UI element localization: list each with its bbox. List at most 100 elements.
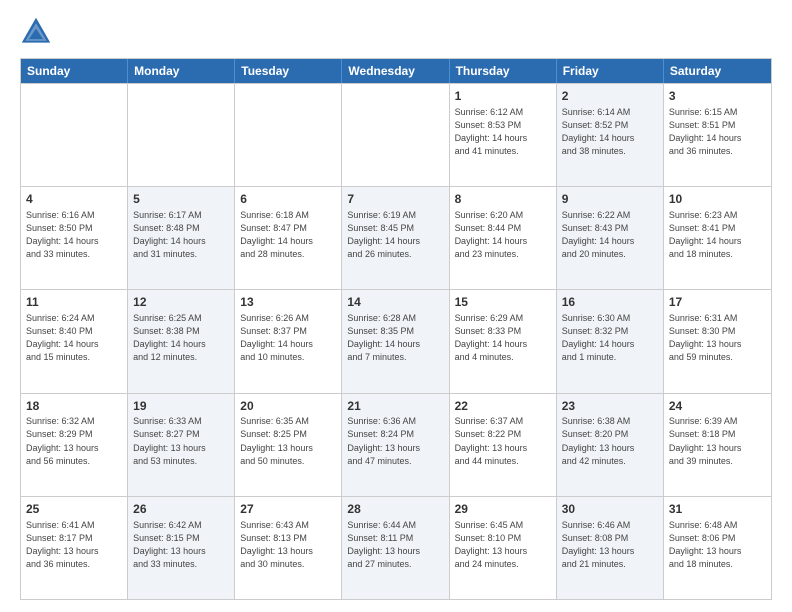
day-number: 22 [455, 398, 551, 415]
day-number: 9 [562, 191, 658, 208]
cell-info: Sunrise: 6:45 AMSunset: 8:10 PMDaylight:… [455, 519, 551, 571]
cell-info: Sunrise: 6:35 AMSunset: 8:25 PMDaylight:… [240, 415, 336, 467]
calendar-cell: 2Sunrise: 6:14 AMSunset: 8:52 PMDaylight… [557, 84, 664, 186]
calendar-cell [235, 84, 342, 186]
day-number: 10 [669, 191, 766, 208]
cell-info: Sunrise: 6:39 AMSunset: 8:18 PMDaylight:… [669, 415, 766, 467]
calendar-cell: 6Sunrise: 6:18 AMSunset: 8:47 PMDaylight… [235, 187, 342, 289]
cell-info: Sunrise: 6:37 AMSunset: 8:22 PMDaylight:… [455, 415, 551, 467]
cell-info: Sunrise: 6:26 AMSunset: 8:37 PMDaylight:… [240, 312, 336, 364]
cell-info: Sunrise: 6:46 AMSunset: 8:08 PMDaylight:… [562, 519, 658, 571]
calendar-row: 18Sunrise: 6:32 AMSunset: 8:29 PMDayligh… [21, 393, 771, 496]
day-number: 6 [240, 191, 336, 208]
cell-info: Sunrise: 6:33 AMSunset: 8:27 PMDaylight:… [133, 415, 229, 467]
calendar-cell: 18Sunrise: 6:32 AMSunset: 8:29 PMDayligh… [21, 394, 128, 496]
day-number: 25 [26, 501, 122, 518]
cell-info: Sunrise: 6:22 AMSunset: 8:43 PMDaylight:… [562, 209, 658, 261]
day-number: 1 [455, 88, 551, 105]
cell-info: Sunrise: 6:12 AMSunset: 8:53 PMDaylight:… [455, 106, 551, 158]
calendar-cell: 12Sunrise: 6:25 AMSunset: 8:38 PMDayligh… [128, 290, 235, 392]
cell-info: Sunrise: 6:28 AMSunset: 8:35 PMDaylight:… [347, 312, 443, 364]
calendar-cell: 29Sunrise: 6:45 AMSunset: 8:10 PMDayligh… [450, 497, 557, 599]
calendar-cell: 20Sunrise: 6:35 AMSunset: 8:25 PMDayligh… [235, 394, 342, 496]
weekday-header: Monday [128, 59, 235, 83]
day-number: 15 [455, 294, 551, 311]
cell-info: Sunrise: 6:44 AMSunset: 8:11 PMDaylight:… [347, 519, 443, 571]
cell-info: Sunrise: 6:42 AMSunset: 8:15 PMDaylight:… [133, 519, 229, 571]
day-number: 8 [455, 191, 551, 208]
day-number: 23 [562, 398, 658, 415]
cell-info: Sunrise: 6:48 AMSunset: 8:06 PMDaylight:… [669, 519, 766, 571]
calendar-cell [21, 84, 128, 186]
calendar-header: SundayMondayTuesdayWednesdayThursdayFrid… [21, 59, 771, 83]
cell-info: Sunrise: 6:31 AMSunset: 8:30 PMDaylight:… [669, 312, 766, 364]
weekday-header: Sunday [21, 59, 128, 83]
calendar-cell: 9Sunrise: 6:22 AMSunset: 8:43 PMDaylight… [557, 187, 664, 289]
calendar-row: 1Sunrise: 6:12 AMSunset: 8:53 PMDaylight… [21, 83, 771, 186]
calendar-cell: 30Sunrise: 6:46 AMSunset: 8:08 PMDayligh… [557, 497, 664, 599]
calendar-row: 11Sunrise: 6:24 AMSunset: 8:40 PMDayligh… [21, 289, 771, 392]
calendar-page: SundayMondayTuesdayWednesdayThursdayFrid… [0, 0, 792, 612]
day-number: 27 [240, 501, 336, 518]
day-number: 18 [26, 398, 122, 415]
day-number: 11 [26, 294, 122, 311]
day-number: 17 [669, 294, 766, 311]
calendar-row: 4Sunrise: 6:16 AMSunset: 8:50 PMDaylight… [21, 186, 771, 289]
calendar-cell: 7Sunrise: 6:19 AMSunset: 8:45 PMDaylight… [342, 187, 449, 289]
day-number: 26 [133, 501, 229, 518]
calendar-cell: 10Sunrise: 6:23 AMSunset: 8:41 PMDayligh… [664, 187, 771, 289]
calendar-cell: 16Sunrise: 6:30 AMSunset: 8:32 PMDayligh… [557, 290, 664, 392]
calendar-cell: 1Sunrise: 6:12 AMSunset: 8:53 PMDaylight… [450, 84, 557, 186]
day-number: 4 [26, 191, 122, 208]
calendar-cell: 15Sunrise: 6:29 AMSunset: 8:33 PMDayligh… [450, 290, 557, 392]
calendar-cell: 17Sunrise: 6:31 AMSunset: 8:30 PMDayligh… [664, 290, 771, 392]
calendar-cell: 27Sunrise: 6:43 AMSunset: 8:13 PMDayligh… [235, 497, 342, 599]
weekday-header: Tuesday [235, 59, 342, 83]
calendar: SundayMondayTuesdayWednesdayThursdayFrid… [20, 58, 772, 600]
calendar-cell [128, 84, 235, 186]
day-number: 3 [669, 88, 766, 105]
calendar-cell: 22Sunrise: 6:37 AMSunset: 8:22 PMDayligh… [450, 394, 557, 496]
calendar-cell: 5Sunrise: 6:17 AMSunset: 8:48 PMDaylight… [128, 187, 235, 289]
calendar-cell: 13Sunrise: 6:26 AMSunset: 8:37 PMDayligh… [235, 290, 342, 392]
calendar-cell: 4Sunrise: 6:16 AMSunset: 8:50 PMDaylight… [21, 187, 128, 289]
weekday-header: Friday [557, 59, 664, 83]
calendar-cell: 14Sunrise: 6:28 AMSunset: 8:35 PMDayligh… [342, 290, 449, 392]
day-number: 7 [347, 191, 443, 208]
cell-info: Sunrise: 6:18 AMSunset: 8:47 PMDaylight:… [240, 209, 336, 261]
calendar-cell [342, 84, 449, 186]
cell-info: Sunrise: 6:41 AMSunset: 8:17 PMDaylight:… [26, 519, 122, 571]
calendar-cell: 31Sunrise: 6:48 AMSunset: 8:06 PMDayligh… [664, 497, 771, 599]
calendar-cell: 11Sunrise: 6:24 AMSunset: 8:40 PMDayligh… [21, 290, 128, 392]
weekday-header: Thursday [450, 59, 557, 83]
calendar-cell: 8Sunrise: 6:20 AMSunset: 8:44 PMDaylight… [450, 187, 557, 289]
day-number: 2 [562, 88, 658, 105]
day-number: 29 [455, 501, 551, 518]
cell-info: Sunrise: 6:19 AMSunset: 8:45 PMDaylight:… [347, 209, 443, 261]
calendar-cell: 24Sunrise: 6:39 AMSunset: 8:18 PMDayligh… [664, 394, 771, 496]
calendar-body: 1Sunrise: 6:12 AMSunset: 8:53 PMDaylight… [21, 83, 771, 599]
weekday-header: Saturday [664, 59, 771, 83]
cell-info: Sunrise: 6:43 AMSunset: 8:13 PMDaylight:… [240, 519, 336, 571]
calendar-cell: 19Sunrise: 6:33 AMSunset: 8:27 PMDayligh… [128, 394, 235, 496]
logo-icon [20, 16, 52, 48]
day-number: 21 [347, 398, 443, 415]
calendar-cell: 28Sunrise: 6:44 AMSunset: 8:11 PMDayligh… [342, 497, 449, 599]
cell-info: Sunrise: 6:38 AMSunset: 8:20 PMDaylight:… [562, 415, 658, 467]
weekday-header: Wednesday [342, 59, 449, 83]
cell-info: Sunrise: 6:17 AMSunset: 8:48 PMDaylight:… [133, 209, 229, 261]
day-number: 19 [133, 398, 229, 415]
logo [20, 16, 56, 48]
cell-info: Sunrise: 6:16 AMSunset: 8:50 PMDaylight:… [26, 209, 122, 261]
day-number: 28 [347, 501, 443, 518]
cell-info: Sunrise: 6:24 AMSunset: 8:40 PMDaylight:… [26, 312, 122, 364]
page-header [20, 16, 772, 48]
cell-info: Sunrise: 6:32 AMSunset: 8:29 PMDaylight:… [26, 415, 122, 467]
calendar-cell: 25Sunrise: 6:41 AMSunset: 8:17 PMDayligh… [21, 497, 128, 599]
cell-info: Sunrise: 6:15 AMSunset: 8:51 PMDaylight:… [669, 106, 766, 158]
day-number: 12 [133, 294, 229, 311]
calendar-cell: 26Sunrise: 6:42 AMSunset: 8:15 PMDayligh… [128, 497, 235, 599]
cell-info: Sunrise: 6:14 AMSunset: 8:52 PMDaylight:… [562, 106, 658, 158]
cell-info: Sunrise: 6:20 AMSunset: 8:44 PMDaylight:… [455, 209, 551, 261]
calendar-cell: 21Sunrise: 6:36 AMSunset: 8:24 PMDayligh… [342, 394, 449, 496]
